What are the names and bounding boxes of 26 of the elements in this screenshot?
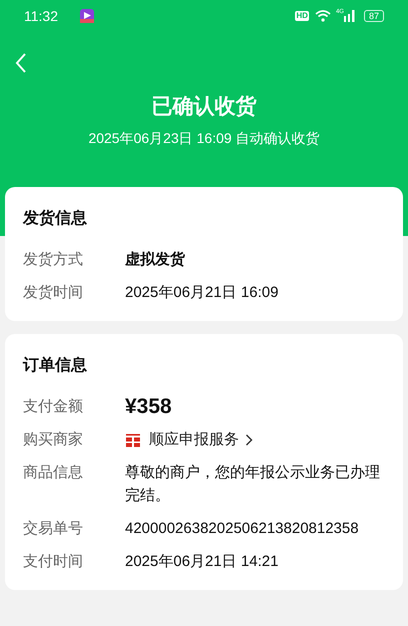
- chevron-right-icon: [245, 434, 253, 446]
- amount-value: ¥358: [125, 395, 172, 418]
- field-label: 支付金额: [23, 397, 84, 417]
- merchant-logo-icon: [125, 432, 141, 448]
- field-label: 发货时间: [23, 283, 84, 303]
- page-title: 已确认收货: [150, 94, 258, 120]
- field-value: 2025年06月21日 14:21: [125, 552, 278, 572]
- auto-confirm-text: 2025年06月23日 16:09 自动确认收货: [87, 129, 321, 148]
- section-title: 订单信息: [23, 356, 88, 376]
- field-value: 虚拟发货: [125, 250, 185, 270]
- field-label: 商品信息: [23, 463, 84, 483]
- section-title: 发货信息: [23, 208, 88, 229]
- field-value: 尊敬的商户，您的年报公示业务已办理完结。: [125, 463, 381, 506]
- field-value: 2025年06月21日 16:09: [125, 283, 278, 303]
- battery-icon: 87: [364, 10, 384, 22]
- merchant-link[interactable]: 顺应申报服务: [125, 428, 253, 451]
- status-time: 11:32: [24, 6, 58, 26]
- field-value: 4200002638202506213820812358: [125, 519, 359, 539]
- signal-icon: [344, 10, 356, 22]
- wifi-icon: [314, 10, 331, 22]
- field-label: 交易单号: [23, 519, 84, 539]
- app-icon: [80, 9, 94, 23]
- field-label: 支付时间: [23, 552, 84, 572]
- hd-badge: HD: [295, 11, 309, 21]
- field-label: 发货方式: [23, 250, 84, 270]
- field-label: 购买商家: [23, 430, 84, 450]
